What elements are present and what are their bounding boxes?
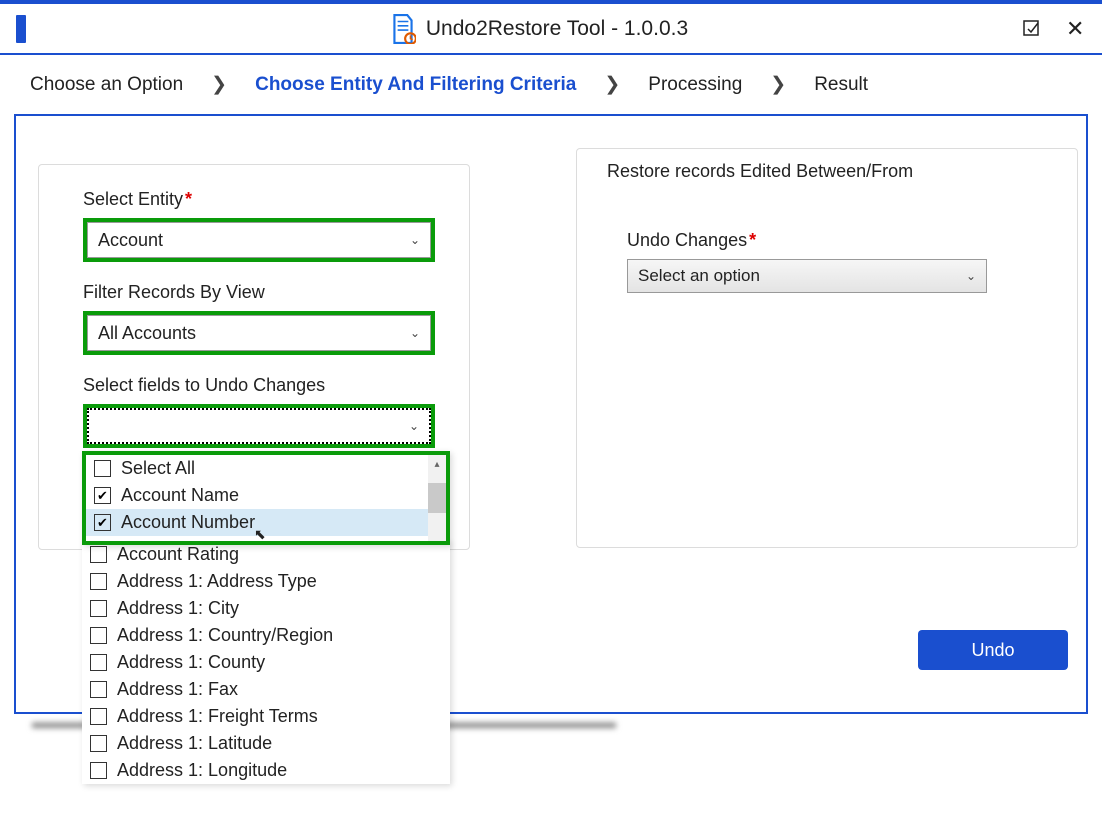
field-option-label: Address 1: County xyxy=(117,652,265,673)
field-option[interactable]: Account Rating xyxy=(82,541,450,568)
select-entity-highlight: Account ⌄ xyxy=(83,218,435,262)
checkbox-icon[interactable] xyxy=(90,762,107,779)
field-option[interactable]: Address 1: County xyxy=(82,649,450,676)
select-entity-label: Select Entity* xyxy=(83,189,425,210)
select-fields-highlight: ⌄ xyxy=(83,404,435,448)
field-option-label: Account Number xyxy=(121,512,255,533)
checkbox-icon[interactable] xyxy=(90,708,107,725)
field-option[interactable]: Address 1: Freight Terms xyxy=(82,703,450,730)
filter-view-value: All Accounts xyxy=(98,323,196,344)
chevron-right-icon: ❯ xyxy=(604,73,620,96)
fields-dropdown-list[interactable]: ▴ Select All Account Name Account Number xyxy=(82,451,450,545)
chevron-down-icon: ⌄ xyxy=(409,419,419,433)
checkbox-icon[interactable] xyxy=(90,573,107,590)
chevron-down-icon: ⌄ xyxy=(410,326,420,340)
undo-changes-label-text: Undo Changes xyxy=(627,230,747,250)
field-option-label: Address 1: Latitude xyxy=(117,733,272,754)
filter-view-dropdown[interactable]: All Accounts ⌄ xyxy=(87,315,431,351)
chevron-right-icon: ❯ xyxy=(770,73,786,96)
filter-view-highlight: All Accounts ⌄ xyxy=(83,311,435,355)
required-mark: * xyxy=(749,230,756,250)
scrollbar-thumb[interactable] xyxy=(428,483,446,513)
field-option-label: Address 1: Longitude xyxy=(117,760,287,781)
undo-changes-dropdown[interactable]: Select an option ⌄ xyxy=(627,259,987,293)
field-option[interactable]: Address 1: Address Type xyxy=(82,568,450,595)
checkbox-icon[interactable] xyxy=(90,600,107,617)
app-logo-icon xyxy=(16,15,26,43)
field-option[interactable]: Address 1: Latitude xyxy=(82,730,450,757)
required-mark: * xyxy=(185,189,192,209)
field-option[interactable]: Address 1: Country/Region xyxy=(82,622,450,649)
field-option-label: Address 1: Country/Region xyxy=(117,625,333,646)
crumb-choose-entity[interactable]: Choose Entity And Filtering Criteria xyxy=(255,74,576,96)
main-content-frame: Select Entity* Account ⌄ Filter Records … xyxy=(14,114,1088,714)
select-entity-dropdown[interactable]: Account ⌄ xyxy=(87,222,431,258)
checkbox-icon[interactable] xyxy=(90,735,107,752)
close-icon[interactable]: ✕ xyxy=(1066,19,1086,39)
chevron-down-icon: ⌄ xyxy=(410,233,420,247)
field-option-label: Select All xyxy=(121,458,195,479)
wizard-breadcrumb: Choose an Option ❯ Choose Entity And Fil… xyxy=(0,55,1102,114)
scroll-up-icon[interactable]: ▴ xyxy=(428,455,446,473)
undo-changes-value: Select an option xyxy=(638,266,760,286)
field-option-label: Account Name xyxy=(121,485,239,506)
restore-range-title: Restore records Edited Between/From xyxy=(607,161,1047,182)
restore-range-panel: Restore records Edited Between/From Undo… xyxy=(576,148,1078,548)
select-entity-value: Account xyxy=(98,230,163,251)
field-option-account-name[interactable]: Account Name xyxy=(86,482,446,509)
checkbox-icon[interactable] xyxy=(90,546,107,563)
select-entity-label-text: Select Entity xyxy=(83,189,183,209)
crumb-choose-option[interactable]: Choose an Option xyxy=(30,74,183,96)
field-option-label: Address 1: Address Type xyxy=(117,571,317,592)
checkbox-icon[interactable] xyxy=(90,627,107,644)
field-option-label: Address 1: Freight Terms xyxy=(117,706,318,727)
fields-dropdown-overflow[interactable]: Account Rating Address 1: Address Type A… xyxy=(82,541,450,784)
checkbox-icon[interactable] xyxy=(90,681,107,698)
checkbox-checked-icon[interactable] xyxy=(94,514,111,531)
chevron-down-icon: ⌄ xyxy=(966,269,976,283)
checkbox-window-icon[interactable] xyxy=(1022,19,1042,39)
field-option-account-number[interactable]: Account Number xyxy=(86,509,446,536)
field-option[interactable]: Address 1: City xyxy=(82,595,450,622)
filter-view-label: Filter Records By View xyxy=(83,282,425,303)
undo-button[interactable]: Undo xyxy=(918,630,1068,670)
field-option-label: Account Rating xyxy=(117,544,239,565)
field-option[interactable]: Address 1: Fax xyxy=(82,676,450,703)
select-fields-label: Select fields to Undo Changes xyxy=(83,375,425,396)
field-option-label: Address 1: Fax xyxy=(117,679,238,700)
undo-changes-label: Undo Changes* xyxy=(627,230,1047,251)
field-option-select-all[interactable]: Select All xyxy=(86,455,446,482)
field-option[interactable]: Address 1: Longitude xyxy=(82,757,450,784)
select-fields-dropdown[interactable]: ⌄ xyxy=(87,408,431,444)
crumb-result: Result xyxy=(814,74,868,96)
crumb-processing: Processing xyxy=(648,74,742,96)
document-restore-icon xyxy=(390,14,416,44)
title-bar: Undo2Restore Tool - 1.0.0.3 ✕ xyxy=(0,0,1102,55)
window-title: Undo2Restore Tool - 1.0.0.3 xyxy=(426,17,688,41)
checkbox-checked-icon[interactable] xyxy=(94,487,111,504)
field-option-label: Address 1: City xyxy=(117,598,239,619)
checkbox-icon[interactable] xyxy=(90,654,107,671)
checkbox-icon[interactable] xyxy=(94,460,111,477)
chevron-right-icon: ❯ xyxy=(211,73,227,96)
